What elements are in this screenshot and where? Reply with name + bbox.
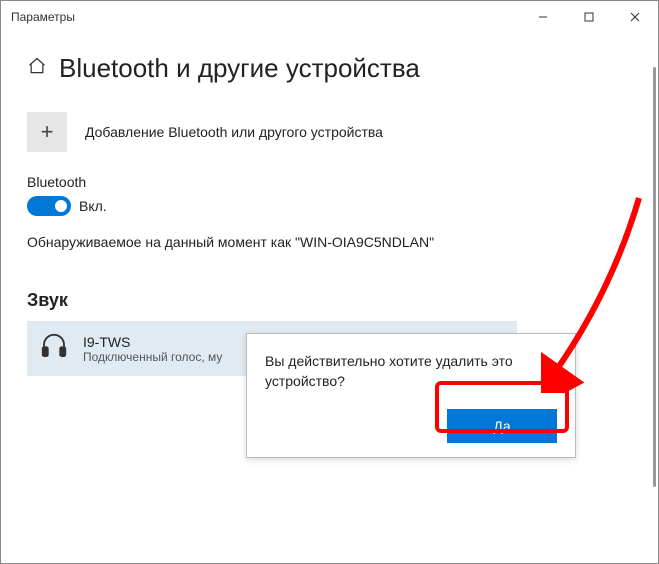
headphones-icon <box>39 331 69 366</box>
window-title: Параметры <box>11 10 520 24</box>
confirm-dialog: Вы действительно хотите удалить это устр… <box>246 333 576 458</box>
maximize-button[interactable] <box>566 1 612 33</box>
sound-section-title: Звук <box>27 290 632 311</box>
close-button[interactable] <box>612 1 658 33</box>
device-name: I9-TWS <box>83 334 222 350</box>
content-area: Bluetooth и другие устройства + Добавлен… <box>1 33 658 563</box>
page-header: Bluetooth и другие устройства <box>27 53 632 84</box>
plus-icon[interactable]: + <box>27 112 67 152</box>
scrollbar[interactable] <box>653 67 656 487</box>
bluetooth-label: Bluetooth <box>27 174 632 190</box>
dialog-actions: Да <box>265 409 557 443</box>
window-controls <box>520 1 658 33</box>
home-icon[interactable] <box>27 56 47 81</box>
bluetooth-toggle[interactable] <box>27 196 71 216</box>
discoverable-text: Обнаруживаемое на данный момент как "WIN… <box>27 234 632 250</box>
page-title: Bluetooth и другие устройства <box>59 53 420 84</box>
device-status: Подключенный голос, му <box>83 350 222 364</box>
titlebar: Параметры <box>1 1 658 33</box>
yes-button[interactable]: Да <box>447 409 557 443</box>
add-device-row[interactable]: + Добавление Bluetooth или другого устро… <box>27 112 632 152</box>
add-device-label: Добавление Bluetooth или другого устройс… <box>85 124 383 140</box>
dialog-message: Вы действительно хотите удалить это устр… <box>265 352 557 391</box>
bluetooth-toggle-row: Вкл. <box>27 196 632 216</box>
minimize-button[interactable] <box>520 1 566 33</box>
bluetooth-state-text: Вкл. <box>79 198 107 214</box>
device-info: I9-TWS Подключенный голос, му <box>83 334 222 364</box>
